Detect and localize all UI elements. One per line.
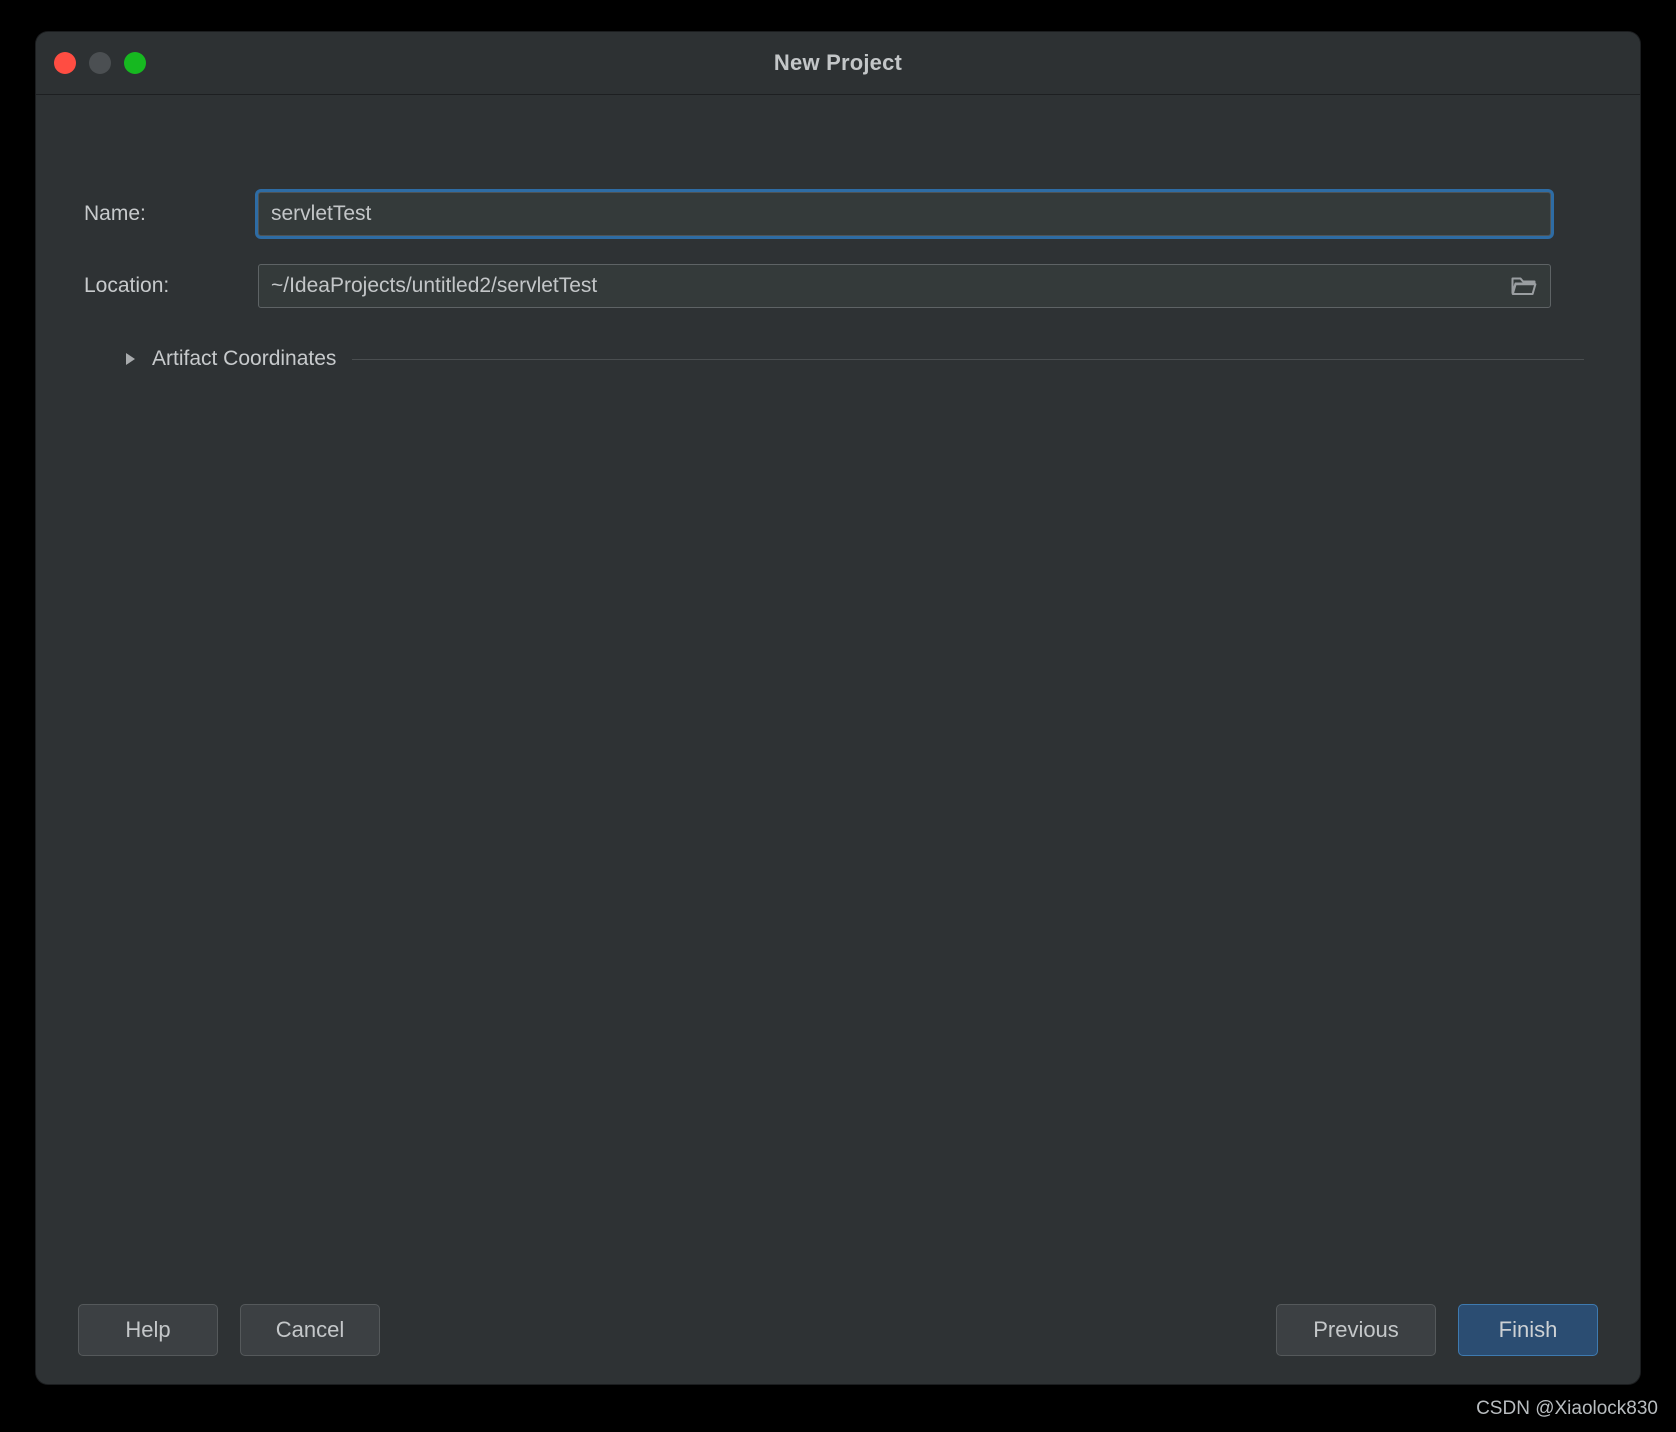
previous-button[interactable]: Previous <box>1276 1304 1436 1356</box>
triangle-right-icon[interactable] <box>124 351 138 367</box>
new-project-dialog: New Project Name: Location: <box>36 32 1640 1384</box>
window-controls <box>54 32 146 94</box>
screen: New Project Name: Location: <box>0 0 1676 1432</box>
location-input-wrap <box>258 264 1551 308</box>
window-titlebar: New Project <box>36 32 1640 95</box>
name-input-wrap <box>258 192 1551 236</box>
cancel-button[interactable]: Cancel <box>240 1304 380 1356</box>
artifact-coordinates-section[interactable]: Artifact Coordinates <box>36 343 1640 375</box>
window-title: New Project <box>773 50 903 75</box>
name-input[interactable] <box>258 192 1551 236</box>
dialog-footer: Help Cancel Previous Finish <box>36 1276 1640 1384</box>
footer-left-group: Help Cancel <box>78 1304 380 1356</box>
name-label: Name: <box>84 202 146 225</box>
name-row: Name: <box>36 191 1640 237</box>
section-divider <box>352 358 1584 360</box>
folder-icon[interactable] <box>1511 275 1537 297</box>
maximize-button[interactable] <box>124 52 146 74</box>
minimize-button[interactable] <box>89 52 111 74</box>
artifact-coordinates-label: Artifact Coordinates <box>152 347 337 370</box>
finish-button[interactable]: Finish <box>1458 1304 1598 1356</box>
dialog-body: Name: Location: <box>36 95 1640 1384</box>
footer-right-group: Previous Finish <box>1276 1304 1598 1356</box>
close-button[interactable] <box>54 52 76 74</box>
watermark-text: CSDN @Xiaolock830 <box>1476 1398 1658 1419</box>
location-row: Location: <box>36 263 1640 309</box>
location-input[interactable] <box>258 264 1551 308</box>
location-label: Location: <box>84 274 170 297</box>
help-button[interactable]: Help <box>78 1304 218 1356</box>
